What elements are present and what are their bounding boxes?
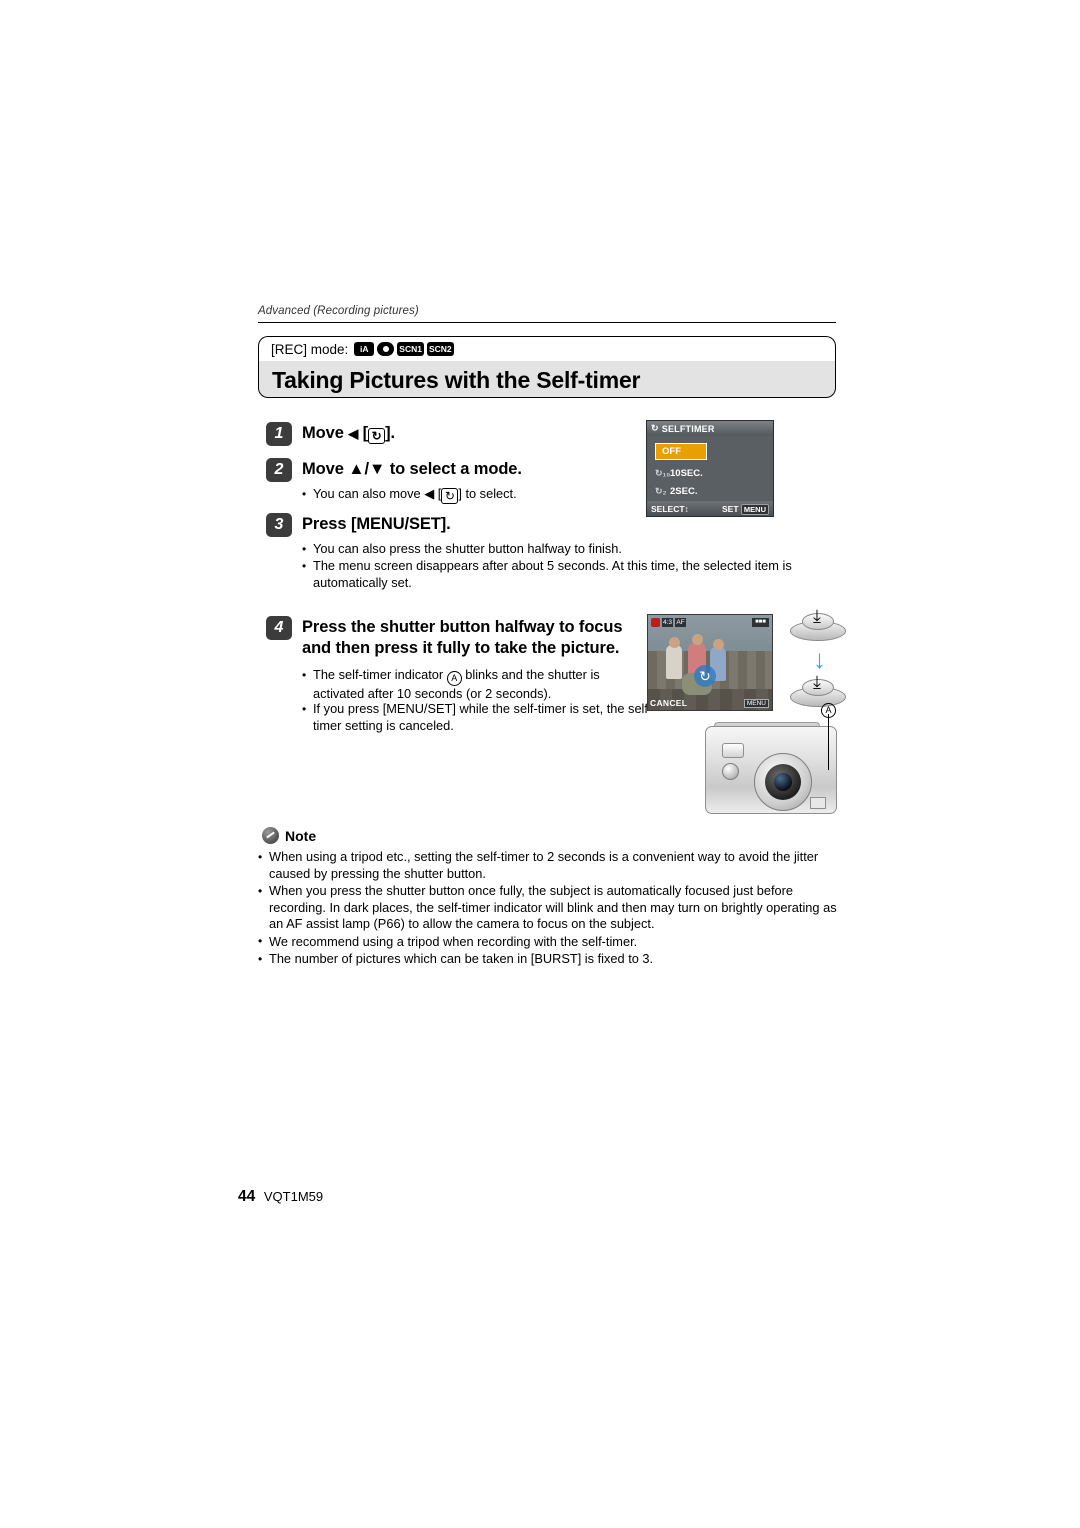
battery-icon: ■■■ <box>752 617 769 627</box>
step-3-heading: Press [MENU/SET]. <box>302 515 451 533</box>
callout-leader-line <box>828 714 829 770</box>
step-2-number: 2 <box>266 458 292 482</box>
document-code: VQT1M59 <box>263 1189 324 1204</box>
flash-window <box>722 743 744 758</box>
lcd-menu-item-2sec-label: 2SEC. <box>670 486 698 497</box>
note-item-2: When you press the shutter button once f… <box>258 883 847 933</box>
blue-down-arrow-icon: ↓ <box>813 644 826 674</box>
step-3-bullet-1: You can also press the shutter button ha… <box>302 541 843 558</box>
step-4-number: 4 <box>266 616 292 640</box>
step-4-heading-line2: and then press it fully to take the pict… <box>302 639 620 657</box>
step-1-heading: Move ◀ [↻]. <box>302 424 395 444</box>
lcd-menu-item-10sec-label: 10SEC. <box>670 468 703 479</box>
lcd-selftimer-menu: ↻ SELFTIMER OFF ↻₁₀ 10SEC. ↻₂ 2SEC. SELE… <box>646 420 774 517</box>
selftimer-icon: ↻ <box>368 428 386 444</box>
photo-person-3-head <box>713 639 724 650</box>
rec-mode-bar: [REC] mode: iA SCN1 SCN2 <box>258 336 836 361</box>
photo-person-2-head <box>692 634 703 645</box>
photo-person-1-head <box>669 637 680 648</box>
callout-a-icon: A <box>446 670 462 686</box>
step-3-bullet-2: The menu screen disappears after about 5… <box>302 558 843 591</box>
running-head: Advanced (Recording pictures) <box>258 305 419 317</box>
clock-icon: ↻ <box>651 423 659 433</box>
page-title-box: Taking Pictures with the Self-timer <box>258 361 836 398</box>
header-divider <box>258 322 836 323</box>
lcd-select-hint: SELECT↕ <box>651 503 689 514</box>
step-3-number: 3 <box>266 513 292 537</box>
photo-person-1 <box>666 645 682 679</box>
page-number: 44 <box>238 1188 256 1205</box>
mode-scn2-icon: SCN2 <box>426 342 454 356</box>
ratio-icon: 4:3 <box>662 617 674 627</box>
shutter-button-illustration: ⤓ ↓ ⤓ <box>786 607 850 716</box>
record-dot-icon <box>651 617 660 627</box>
selftimer-icon: ↻ <box>441 488 459 504</box>
note-item-3: We recommend using a tripod when recordi… <box>258 933 847 951</box>
step-4-heading-line1: Press the shutter button halfway to focu… <box>302 618 623 636</box>
note-title: Note <box>285 827 317 844</box>
af-icon: AF <box>675 617 687 627</box>
selftimer-indicator-icon: ↻ <box>694 665 716 687</box>
page-title: Taking Pictures with the Self-timer <box>272 367 641 393</box>
camera-body <box>705 726 837 814</box>
mode-ia-icon: iA <box>354 342 375 356</box>
lcd-menu-item-off[interactable]: OFF <box>655 443 707 460</box>
shutter-full-press-graphic: ⤓ <box>790 673 846 708</box>
note-list: When using a tripod etc., setting the se… <box>258 849 838 968</box>
lcd-menu-item-off-label: OFF <box>662 446 681 457</box>
timer-2sec-icon: ↻₂ <box>655 486 667 496</box>
note-item-4: The number of pictures which can be take… <box>258 951 847 968</box>
step-2-bullet-1: You can also move ◀ [↻] to select. <box>302 486 643 504</box>
lcd-menu-title: SELFTIMER <box>661 423 715 434</box>
callout-a-label: A <box>821 698 836 718</box>
rec-mode-label: [REC] mode: <box>271 341 349 357</box>
mode-scn1-icon: SCN1 <box>397 342 424 356</box>
lcd-menu-item-2sec[interactable]: ↻₂ 2SEC. <box>655 483 763 500</box>
lcd-menu-item-10sec[interactable]: ↻₁₀ 10SEC. <box>655 465 763 482</box>
lcd-menu-title-bar: ↻ SELFTIMER <box>647 421 773 436</box>
camera-lens <box>754 753 812 811</box>
lcd-set-hint: SET MENU <box>722 503 769 515</box>
shutter-halfway-graphic: ⤓ <box>790 607 846 642</box>
step-4-bullet-1: The self-timer indicator A blinks and th… <box>302 666 653 702</box>
lcd-cancel-badge: MENU <box>743 699 769 708</box>
selftimer-indicator-lamp <box>722 763 739 780</box>
manual-page: Advanced (Recording pictures) [REC] mode… <box>0 0 1080 1528</box>
rec-mode-icons: iA SCN1 SCN2 <box>354 342 454 356</box>
note-item-1: When using a tripod etc., setting the se… <box>258 849 847 882</box>
down-arrow-icon: ⤓ <box>813 606 821 626</box>
camera-illustration: A <box>700 702 840 816</box>
lcd-menu-footer: SELECT↕ SET MENU <box>647 501 773 516</box>
down-arrow-icon: ⤓ <box>813 672 821 692</box>
lcd-status-icons: 4:3 AF ■■■ <box>648 615 772 629</box>
timer-10sec-icon: ↻₁₀ <box>655 468 671 478</box>
step-1-number: 1 <box>266 422 292 446</box>
lcd-live-view: 4:3 AF ■■■ ↻ CANCEL MENU <box>647 614 773 711</box>
step-2-heading: Move ▲/▼ to select a mode. <box>302 460 522 478</box>
mode-camera-icon <box>377 342 395 356</box>
note-header: Note <box>262 827 316 844</box>
camera-front-window <box>810 797 826 809</box>
note-icon <box>262 827 279 844</box>
lcd-cancel-label: CANCEL <box>650 698 688 708</box>
page-footer: 44 VQT1M59 <box>238 1188 323 1206</box>
step-4-bullet-2: If you press [MENU/SET] while the self-t… <box>302 701 663 734</box>
